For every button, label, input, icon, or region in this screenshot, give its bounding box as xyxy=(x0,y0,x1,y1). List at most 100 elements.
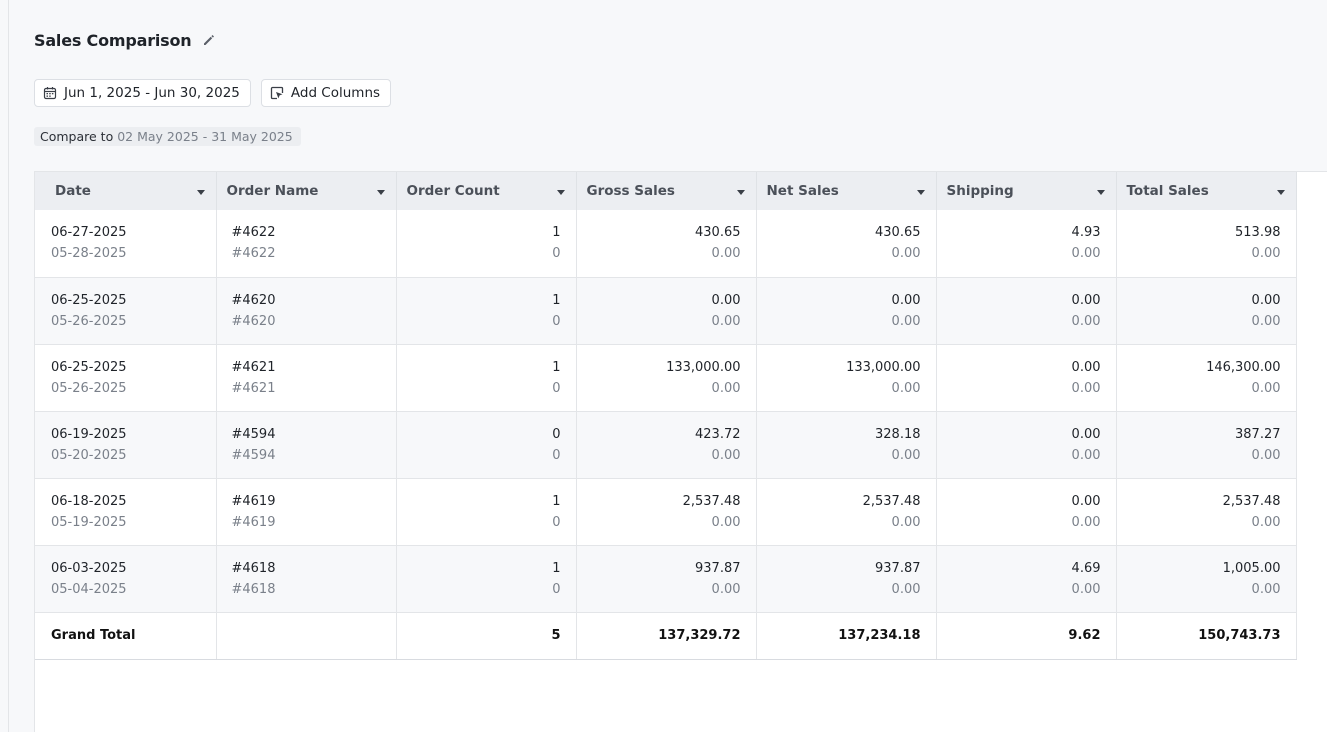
pencil-icon[interactable] xyxy=(202,33,216,47)
cell-gross-sales: 0.00 0.00 xyxy=(576,277,757,345)
cell-net-sales: 133,000.00 0.00 xyxy=(756,344,937,412)
current-value: #4594 xyxy=(231,426,276,442)
cell-order-name: #4621 #4621 xyxy=(216,344,397,412)
previous-value: 0.00 xyxy=(1071,246,1101,262)
cell-net-sales: 0.00 0.00 xyxy=(756,277,937,345)
cell-order-count: 10 xyxy=(396,277,577,345)
current-value: 06-19-2025 xyxy=(51,426,127,442)
cell-order-count: 10 xyxy=(396,545,577,613)
current-value: 133,000.00 xyxy=(846,359,921,375)
caret-down-icon[interactable] xyxy=(556,190,565,195)
cell-date: 06-25-2025 05-26-2025 xyxy=(35,344,217,412)
table-row[interactable]: 06-25-2025 05-26-2025 #4620 #4620 1 0 0.00 0.00… xyxy=(35,277,1297,345)
page-left-border xyxy=(8,0,9,732)
cell-gross-sales: 133,000.00 0.00 xyxy=(576,344,757,412)
current-value: 06-27-2025 xyxy=(51,225,127,241)
caret-down-icon[interactable] xyxy=(376,190,385,195)
current-value: 328.18 xyxy=(875,426,921,442)
previous-value: 0 xyxy=(552,313,561,329)
current-value: 0.00 xyxy=(1071,359,1101,375)
grand-total-order xyxy=(216,612,397,660)
table-row[interactable]: 06-27-2025 05-28-2025 #4622 #4622 1 0 430.65 0.… xyxy=(35,210,1297,278)
sales-comparison-table: Date Order Name Order Count Gross Sales … xyxy=(35,172,1297,660)
current-value: 0.00 xyxy=(711,292,741,308)
cell-order-name: #4618 #4618 xyxy=(216,545,397,613)
current-value: 387.27 xyxy=(1235,426,1281,442)
date-range-button[interactable]: Jun 1, 2025 - Jun 30, 2025 xyxy=(34,79,251,107)
caret-down-icon[interactable] xyxy=(1276,190,1285,195)
caret-down-icon[interactable] xyxy=(736,190,745,195)
table-header-row: Date Order Name Order Count Gross Sales … xyxy=(35,172,1297,210)
cell-gross-sales: 2,537.48 0.00 xyxy=(576,478,757,546)
cell-shipping: 0.00 0.00 xyxy=(936,478,1117,546)
current-value: 1 xyxy=(552,225,561,241)
column-header-date[interactable]: Date xyxy=(35,172,217,210)
cell-order-name: #4622 #4622 xyxy=(216,210,397,278)
calendar-icon xyxy=(43,87,57,100)
current-value: 06-25-2025 xyxy=(51,292,127,308)
current-value: 937.87 xyxy=(875,560,921,576)
page-title: Sales Comparison xyxy=(34,30,192,50)
grand-total-count: 5 xyxy=(396,612,577,660)
previous-value: 0.00 xyxy=(711,581,741,597)
caret-down-icon[interactable] xyxy=(1096,190,1105,195)
date-range-label: Jun 1, 2025 - Jun 30, 2025 xyxy=(64,85,240,101)
previous-value: #4594 xyxy=(231,447,276,463)
column-header-shipping[interactable]: Shipping xyxy=(936,172,1117,210)
previous-value: 0.00 xyxy=(1251,380,1281,396)
previous-value: 0.00 xyxy=(891,447,921,463)
grand-total-label: Grand Total xyxy=(35,612,217,660)
grand-total-net: 137,234.18 xyxy=(756,612,937,660)
column-header-gross-sales[interactable]: Gross Sales xyxy=(576,172,757,210)
table-row[interactable]: 06-19-2025 05-20-2025 #4594 #4594 0 0 423.72 0.… xyxy=(35,411,1297,479)
title-row: Sales Comparison xyxy=(34,28,216,52)
current-value: 06-25-2025 xyxy=(51,359,127,375)
current-value: 423.72 xyxy=(695,426,741,442)
previous-value: 0.00 xyxy=(1251,246,1281,262)
cell-order-name: #4594 #4594 xyxy=(216,411,397,479)
caret-down-icon[interactable] xyxy=(916,190,925,195)
column-header-total-sales[interactable]: Total Sales xyxy=(1116,172,1297,210)
previous-value: 05-20-2025 xyxy=(51,447,127,463)
previous-value: 0.00 xyxy=(1071,514,1101,530)
current-value: 0 xyxy=(552,426,561,442)
table-row[interactable]: 06-03-2025 05-04-2025 #4618 #4618 1 0 937.87 0.… xyxy=(35,545,1297,613)
cell-gross-sales: 423.72 0.00 xyxy=(576,411,757,479)
current-value: 0.00 xyxy=(1071,493,1101,509)
current-value: 0.00 xyxy=(1071,426,1101,442)
cell-shipping: 4.93 0.00 xyxy=(936,210,1117,278)
cell-net-sales: 430.65 0.00 xyxy=(756,210,937,278)
cell-net-sales: 328.18 0.00 xyxy=(756,411,937,479)
previous-value: 0.00 xyxy=(891,514,921,530)
add-columns-icon xyxy=(270,86,284,100)
previous-value: 0 xyxy=(552,581,561,597)
compare-label: Compare to xyxy=(40,129,114,144)
previous-value: 0 xyxy=(552,514,561,530)
grand-total-gross: 137,329.72 xyxy=(576,612,757,660)
table-row[interactable]: 06-18-2025 05-19-2025 #4619 #4619 1 0 2,537.48… xyxy=(35,478,1297,546)
current-value: 4.93 xyxy=(1071,225,1101,241)
current-value: 06-18-2025 xyxy=(51,493,127,509)
cell-order-count: 10 xyxy=(396,478,577,546)
cell-total-sales: 513.98 0.00 xyxy=(1116,210,1297,278)
cell-date: 06-19-2025 05-20-2025 xyxy=(35,411,217,479)
current-value: 430.65 xyxy=(695,225,741,241)
add-columns-button[interactable]: Add Columns xyxy=(260,79,392,107)
current-value: 133,000.00 xyxy=(666,359,741,375)
caret-down-icon[interactable] xyxy=(196,190,205,195)
previous-value: 05-26-2025 xyxy=(51,313,127,329)
table-row[interactable]: 06-25-2025 05-26-2025 #4621 #4621 1 0 133,000.… xyxy=(35,344,1297,412)
current-value: 06-03-2025 xyxy=(51,560,127,576)
column-header-order-count[interactable]: Order Count xyxy=(396,172,577,210)
cell-date: 06-25-2025 05-26-2025 xyxy=(35,277,217,345)
column-header-net-sales[interactable]: Net Sales xyxy=(756,172,937,210)
compare-period-chip[interactable]: Compare to 02 May 2025 - 31 May 2025 xyxy=(34,127,301,146)
cell-order-count: 10 xyxy=(396,210,577,278)
current-value: 146,300.00 xyxy=(1206,359,1281,375)
previous-value: #4619 xyxy=(231,514,276,530)
cell-gross-sales: 937.87 0.00 xyxy=(576,545,757,613)
previous-value: 0 xyxy=(552,380,561,396)
column-header-order-name[interactable]: Order Name xyxy=(216,172,397,210)
toolbar: Jun 1, 2025 - Jun 30, 2025 Add Columns xyxy=(34,79,392,107)
current-value: #4622 xyxy=(231,225,276,241)
